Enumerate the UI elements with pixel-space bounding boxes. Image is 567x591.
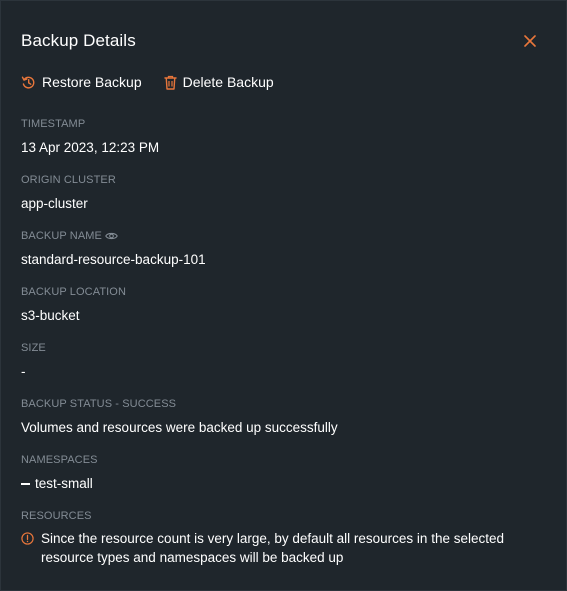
timestamp-field: TIMESTAMP 13 Apr 2023, 12:23 PM [21, 117, 159, 157]
delete-backup-label: Delete Backup [182, 74, 274, 90]
backup-location-label: BACKUP LOCATION [21, 286, 127, 298]
backup-name-field: BACKUP NAME standard-resource-backup-101 [21, 229, 206, 269]
backup-location-field: BACKUP LOCATION s3-bucket [21, 285, 126, 325]
timestamp-value: 13 Apr 2023, 12:23 PM [21, 140, 160, 155]
size-field: SIZE - [21, 341, 46, 381]
backup-name-label: BACKUP NAME [21, 230, 102, 242]
backup-status-field: BACKUP STATUS - SUCCESS Volumes and reso… [21, 397, 338, 437]
backup-details-panel: Backup Details Restore Backup Delete Bac… [0, 0, 567, 591]
resources-info: Since the resource count is very large, … [21, 529, 511, 567]
size-label: SIZE [21, 342, 46, 354]
action-bar: Restore Backup Delete Backup [21, 73, 274, 91]
namespaces-label: NAMESPACES [21, 454, 98, 466]
resources-field: RESOURCES Since the resource count is ve… [21, 509, 511, 567]
backup-status-value: Volumes and resources were backed up suc… [21, 420, 338, 435]
restore-icon [21, 76, 35, 89]
eye-icon[interactable] [105, 231, 118, 241]
backup-location-value: s3-bucket [21, 308, 80, 323]
namespace-name: test-small [35, 476, 93, 491]
origin-cluster-value: app-cluster [21, 196, 88, 211]
origin-cluster-field: ORIGIN CLUSTER app-cluster [21, 173, 116, 213]
namespace-list-item: test-small [21, 475, 98, 493]
namespaces-field: NAMESPACES test-small [21, 453, 98, 493]
close-icon [524, 35, 536, 47]
panel-title: Backup Details [21, 31, 136, 50]
backup-name-value: standard-resource-backup-101 [21, 252, 206, 267]
backup-name-label-row: BACKUP NAME [21, 229, 206, 243]
size-value: - [21, 364, 26, 379]
delete-backup-button[interactable]: Delete Backup [163, 73, 274, 91]
resources-label: RESOURCES [21, 510, 92, 522]
backup-status-label: BACKUP STATUS - SUCCESS [21, 398, 177, 410]
timestamp-label: TIMESTAMP [21, 118, 86, 130]
info-icon [21, 532, 34, 545]
origin-cluster-label: ORIGIN CLUSTER [21, 174, 116, 186]
resources-value: Since the resource count is very large, … [41, 531, 504, 565]
restore-backup-button[interactable]: Restore Backup [21, 73, 142, 91]
restore-backup-label: Restore Backup [42, 74, 142, 90]
close-button[interactable] [520, 31, 540, 51]
dash-icon [21, 483, 30, 485]
trash-icon [163, 75, 177, 90]
